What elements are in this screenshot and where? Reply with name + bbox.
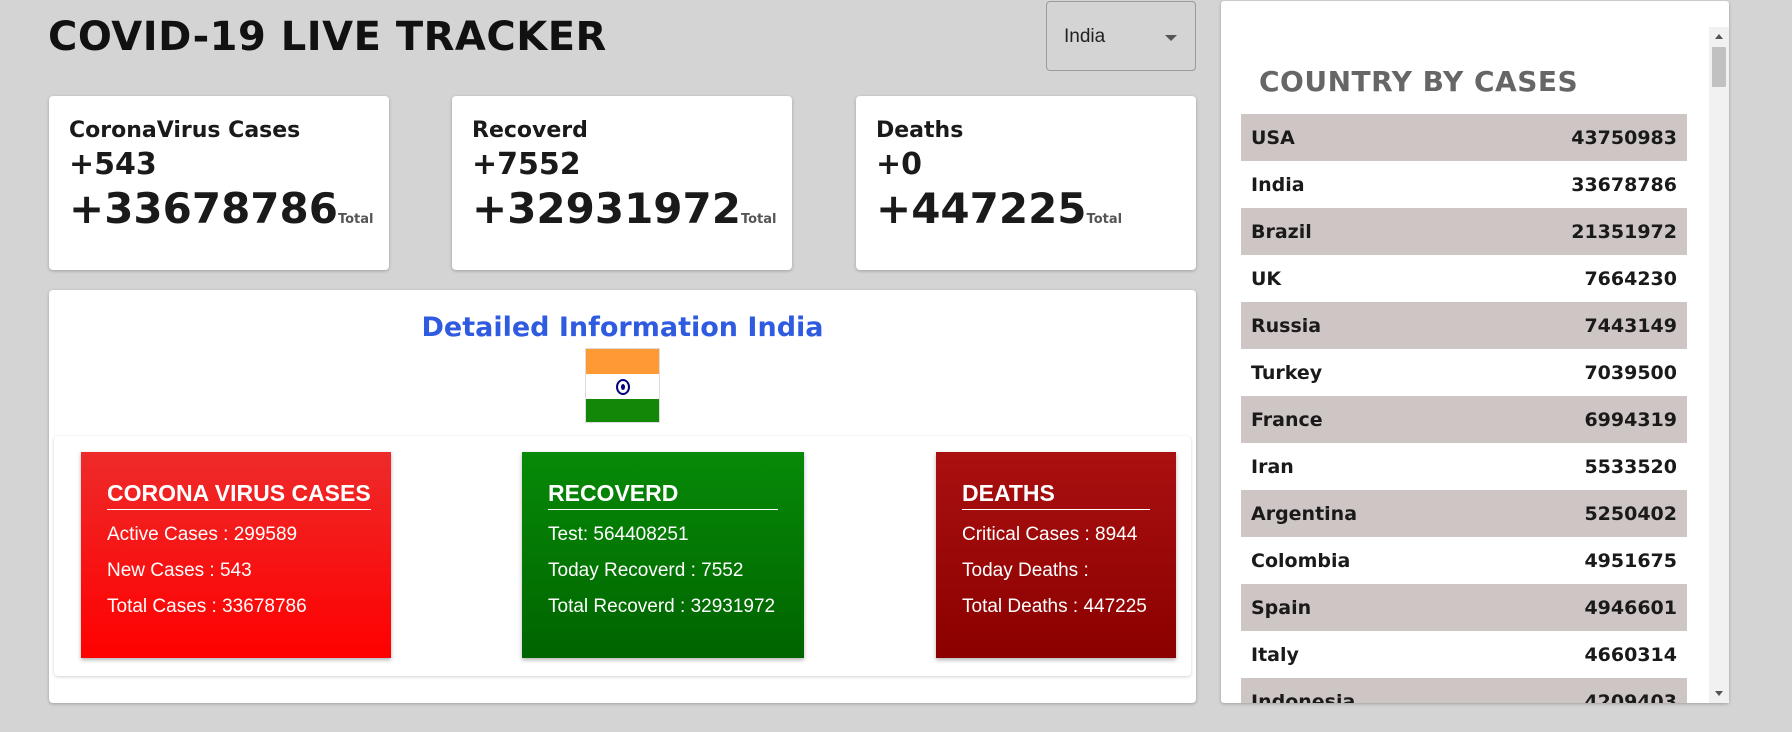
country-row[interactable]: Iran 5533520 bbox=[1241, 443, 1687, 490]
sidebar-scrollbar[interactable] bbox=[1709, 27, 1729, 703]
country-table: USA 43750983 India 33678786 Brazil 21351972… bbox=[1241, 114, 1687, 703]
country-name: Brazil bbox=[1251, 220, 1312, 243]
scrollbar-thumb[interactable] bbox=[1712, 47, 1726, 87]
chevron-down-icon bbox=[1165, 35, 1177, 41]
country-row[interactable]: Indonesia 4209403 bbox=[1241, 678, 1687, 703]
cases-detail-box: CORONA VIRUS CASES Active Cases : 299589… bbox=[81, 452, 391, 658]
card-total-count: +32931972 bbox=[472, 184, 741, 233]
country-name: France bbox=[1251, 408, 1323, 431]
total-recovered-line: Total Recoverd : 32931972 bbox=[548, 596, 776, 617]
card-total-count: +33678786 bbox=[69, 184, 338, 233]
country-cases: 4209403 bbox=[1584, 690, 1677, 704]
country-name: Italy bbox=[1251, 643, 1299, 666]
cases-summary-card[interactable]: CoronaVirus Cases +543 +33678786Total bbox=[49, 96, 389, 270]
card-total-label: Total bbox=[740, 212, 777, 227]
india-flag-icon bbox=[585, 348, 660, 423]
card-title: CoronaVirus Cases bbox=[69, 118, 301, 143]
detail-stats-container: CORONA VIRUS CASES Active Cases : 299589… bbox=[54, 436, 1191, 676]
ashoka-chakra-icon bbox=[616, 379, 630, 395]
card-new-count: +0 bbox=[876, 147, 923, 182]
country-row[interactable]: Spain 4946601 bbox=[1241, 584, 1687, 631]
active-cases-line: Active Cases : 299589 bbox=[107, 524, 298, 545]
critical-cases-line: Critical Cases : 8944 bbox=[962, 524, 1138, 545]
country-row[interactable]: India 33678786 bbox=[1241, 161, 1687, 208]
scroll-down-icon[interactable] bbox=[1715, 691, 1723, 696]
today-recovered-line: Today Recoverd : 7552 bbox=[548, 560, 744, 581]
detail-heading: Detailed Information India bbox=[421, 312, 824, 343]
country-name: UK bbox=[1251, 267, 1282, 290]
country-cases: 7664230 bbox=[1584, 267, 1677, 290]
country-cases: 43750983 bbox=[1571, 126, 1677, 149]
country-name: Argentina bbox=[1251, 502, 1358, 525]
country-row[interactable]: Argentina 5250402 bbox=[1241, 490, 1687, 537]
country-list-scroll-area[interactable]: COUNTRY BY CASES USA 43750983 India 336787… bbox=[1221, 27, 1729, 703]
sidebar-heading: COUNTRY BY CASES bbox=[1259, 65, 1579, 98]
country-cases: 5533520 bbox=[1584, 455, 1677, 478]
country-name: Indonesia bbox=[1251, 690, 1356, 704]
detail-panel: Detailed Information India CORONA VIRUS … bbox=[49, 290, 1196, 703]
today-deaths-line: Today Deaths : bbox=[962, 560, 1089, 581]
deaths-detail-box: DEATHS Critical Cases : 8944 Today Death… bbox=[936, 452, 1176, 658]
recovered-summary-card[interactable]: Recoverd +7552 +32931972Total bbox=[452, 96, 792, 270]
country-cases: 4660314 bbox=[1584, 643, 1677, 666]
country-name: Turkey bbox=[1251, 361, 1323, 384]
box-title: CORONA VIRUS CASES bbox=[107, 480, 371, 510]
country-cases: 4946601 bbox=[1584, 596, 1677, 619]
country-row[interactable]: Brazil 21351972 bbox=[1241, 208, 1687, 255]
box-title: RECOVERD bbox=[548, 480, 778, 510]
country-name: Colombia bbox=[1251, 549, 1351, 572]
country-sidebar: COUNTRY BY CASES USA 43750983 India 336787… bbox=[1221, 1, 1729, 703]
country-cases: 33678786 bbox=[1571, 173, 1677, 196]
country-row[interactable]: France 6994319 bbox=[1241, 396, 1687, 443]
country-row[interactable]: USA 43750983 bbox=[1241, 114, 1687, 161]
scroll-up-icon[interactable] bbox=[1715, 34, 1723, 39]
total-deaths-line: Total Deaths : 447225 bbox=[962, 596, 1147, 617]
card-title: Recoverd bbox=[472, 118, 588, 143]
country-select[interactable]: India bbox=[1046, 1, 1196, 71]
card-total-label: Total bbox=[337, 212, 374, 227]
card-new-count: +543 bbox=[69, 147, 157, 182]
test-line: Test: 564408251 bbox=[548, 524, 689, 545]
country-row[interactable]: Russia 7443149 bbox=[1241, 302, 1687, 349]
country-name: Russia bbox=[1251, 314, 1322, 337]
country-row[interactable]: Italy 4660314 bbox=[1241, 631, 1687, 678]
recovered-detail-box: RECOVERD Test: 564408251 Today Recoverd … bbox=[522, 452, 804, 658]
country-select-value: India bbox=[1064, 26, 1106, 47]
country-name: Spain bbox=[1251, 596, 1312, 619]
card-title: Deaths bbox=[876, 118, 964, 143]
country-cases: 6994319 bbox=[1584, 408, 1677, 431]
card-new-count: +7552 bbox=[472, 147, 581, 182]
card-total-label: Total bbox=[1086, 212, 1123, 227]
app-title: COVID-19 LIVE TRACKER bbox=[48, 14, 607, 60]
country-name: USA bbox=[1251, 126, 1295, 149]
country-cases: 5250402 bbox=[1584, 502, 1677, 525]
card-total-count: +447225 bbox=[876, 184, 1087, 233]
country-cases: 21351972 bbox=[1571, 220, 1677, 243]
new-cases-line: New Cases : 543 bbox=[107, 560, 252, 581]
country-name: Iran bbox=[1251, 455, 1294, 478]
deaths-summary-card[interactable]: Deaths +0 +447225Total bbox=[856, 96, 1196, 270]
country-cases: 7443149 bbox=[1584, 314, 1677, 337]
country-row[interactable]: UK 7664230 bbox=[1241, 255, 1687, 302]
total-cases-line: Total Cases : 33678786 bbox=[107, 596, 307, 617]
country-row[interactable]: Turkey 7039500 bbox=[1241, 349, 1687, 396]
country-row[interactable]: Colombia 4951675 bbox=[1241, 537, 1687, 584]
country-cases: 7039500 bbox=[1584, 361, 1677, 384]
box-title: DEATHS bbox=[962, 480, 1150, 510]
country-cases: 4951675 bbox=[1584, 549, 1677, 572]
country-name: India bbox=[1251, 173, 1305, 196]
